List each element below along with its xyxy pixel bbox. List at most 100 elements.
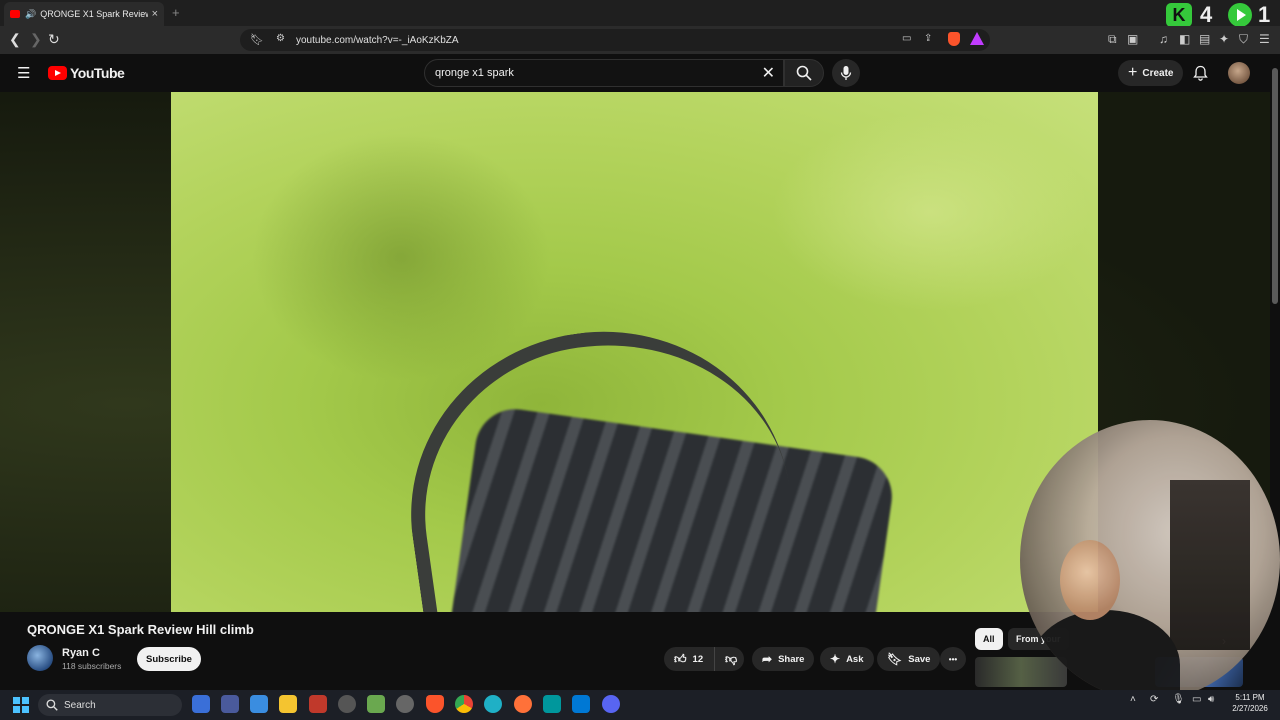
- create-button[interactable]: + Create: [1118, 60, 1184, 86]
- clock-time: 5:11 PM: [1235, 693, 1265, 702]
- search-button[interactable]: [784, 59, 824, 87]
- app-icon[interactable]: [338, 695, 356, 713]
- search-icon: [796, 65, 812, 81]
- tray-overflow-icon[interactable]: ˄: [1130, 694, 1136, 705]
- site-info-icon[interactable]: ⚙︎: [276, 33, 285, 44]
- scrollbar-thumb[interactable]: [1272, 68, 1278, 304]
- tray-mic-icon[interactable]: 🎙︎: [1172, 694, 1185, 705]
- create-label: Create: [1142, 67, 1174, 79]
- taskbar-clock[interactable]: 5:11 PM 2/27/2026: [1228, 692, 1272, 714]
- webcam-overlay: [1020, 420, 1280, 700]
- new-tab-button[interactable]: +: [172, 5, 180, 20]
- search-icon: [46, 699, 58, 711]
- video-player[interactable]: [171, 92, 1098, 612]
- clear-search-icon[interactable]: ✕: [762, 63, 775, 83]
- guide-menu-icon[interactable]: ☰: [17, 64, 30, 82]
- arduino-icon[interactable]: [543, 695, 561, 713]
- notifications-bell-icon[interactable]: [1193, 65, 1208, 81]
- thumbs-down-icon: 👎︎: [725, 651, 738, 666]
- ask-button[interactable]: ✦ Ask: [820, 647, 874, 671]
- video-frame-grass-light: [771, 112, 1091, 312]
- ask-label: Ask: [846, 653, 864, 665]
- forward-icon[interactable]: ❯: [30, 31, 42, 48]
- tab-groups-icon[interactable]: ▤: [1199, 32, 1210, 46]
- microphone-icon: [840, 66, 852, 80]
- chrome-icon[interactable]: [455, 695, 473, 713]
- wallet-icon[interactable]: ▣: [1127, 32, 1138, 46]
- file-explorer-icon[interactable]: [279, 695, 297, 713]
- brave-shields-icon[interactable]: [948, 32, 960, 46]
- vpn-shield-icon[interactable]: ⛉: [1239, 32, 1248, 47]
- tab-close-icon[interactable]: ×: [152, 8, 158, 20]
- audio-playing-icon[interactable]: 🔊: [25, 9, 36, 20]
- reload-icon[interactable]: ↻: [48, 31, 60, 48]
- taskbar-search-placeholder: Search: [64, 699, 96, 711]
- account-avatar[interactable]: [1228, 62, 1250, 84]
- extension-counter-1[interactable]: K 4: [1166, 2, 1212, 27]
- network-icon[interactable]: ▭: [1192, 694, 1201, 705]
- dislike-button[interactable]: 👎︎: [714, 647, 744, 671]
- menu-icon[interactable]: ☰: [1259, 32, 1270, 46]
- brave-rewards-icon[interactable]: [970, 32, 984, 45]
- app-icon[interactable]: [367, 695, 385, 713]
- windows-start-icon[interactable]: [13, 697, 29, 713]
- browser-toolbar: ❮ ❯ ↻ 🔖︎ ⚙︎ youtube.com/watch?v=-_iAoKzK…: [0, 26, 1280, 54]
- sidebar-icon[interactable]: ◧: [1179, 32, 1190, 46]
- channel-avatar[interactable]: [27, 645, 53, 671]
- youtube-favicon-icon: [10, 10, 20, 18]
- video-frame-grass-shade: [251, 132, 551, 382]
- browser-tab[interactable]: 🔊 QRONGE X1 Spark Review Hi ×: [4, 2, 164, 26]
- sparkle-icon: ✦: [830, 652, 841, 666]
- video-title: QRONGE X1 Spark Review Hill climb: [27, 622, 254, 637]
- share-page-icon[interactable]: ⇪: [924, 33, 932, 44]
- thumbs-up-icon: 👍︎: [674, 651, 687, 666]
- extensions-icon[interactable]: ⧉: [1108, 32, 1117, 47]
- share-button[interactable]: ➦ Share: [752, 647, 815, 671]
- plus-icon: +: [1128, 64, 1138, 81]
- share-label: Share: [778, 653, 805, 665]
- cast-icon[interactable]: ▭: [902, 33, 911, 44]
- address-bar[interactable]: 🔖︎ ⚙︎ youtube.com/watch?v=-_iAoKzKbZA ▭ …: [240, 29, 990, 51]
- volume-icon[interactable]: 🔊︎: [1208, 694, 1214, 705]
- bookmark-save-icon: 🔖︎: [887, 652, 903, 666]
- tray-app-icon[interactable]: ⟳: [1150, 694, 1158, 705]
- webcam-person-face: [1060, 540, 1120, 620]
- like-button[interactable]: 👍︎ 12: [664, 647, 714, 671]
- youtube-wordmark: YouTube: [70, 65, 125, 81]
- app-icon[interactable]: [250, 695, 268, 713]
- search-input[interactable]: qronge x1 spark ✕: [424, 59, 784, 87]
- channel-name[interactable]: Ryan C: [62, 647, 100, 659]
- save-label: Save: [908, 653, 931, 665]
- voice-search-button[interactable]: [832, 59, 860, 87]
- app-icon[interactable]: [396, 695, 414, 713]
- taskbar-search[interactable]: Search: [38, 694, 182, 716]
- kick-extension-icon: K: [1166, 3, 1192, 27]
- discord-icon[interactable]: [602, 695, 620, 713]
- like-count: 12: [692, 653, 704, 665]
- leo-ai-icon[interactable]: ✦: [1219, 32, 1229, 46]
- firefox-icon[interactable]: [514, 695, 532, 713]
- subscriber-count: 118 subscribers: [62, 661, 122, 671]
- vscode-icon[interactable]: [572, 695, 590, 713]
- subscribe-button[interactable]: Subscribe: [137, 647, 201, 671]
- youtube-logo[interactable]: YouTube: [48, 65, 125, 81]
- browser-tab-strip: 🔊 QRONGE X1 Spark Review Hi × + K 4 1: [0, 0, 1280, 27]
- url-text: youtube.com/watch?v=-_iAoKzKbZA: [296, 34, 459, 46]
- extension-counter-2[interactable]: 1: [1228, 2, 1270, 27]
- bookmark-icon[interactable]: 🔖︎: [250, 33, 264, 46]
- brave-browser-icon[interactable]: [426, 695, 444, 713]
- back-icon[interactable]: ❮: [9, 31, 21, 48]
- edge-icon[interactable]: [484, 695, 502, 713]
- media-icon[interactable]: ♫: [1159, 32, 1168, 46]
- chip-all[interactable]: All: [975, 628, 1003, 650]
- more-actions-button[interactable]: •••: [940, 647, 966, 671]
- task-view-icon[interactable]: [192, 695, 210, 713]
- clock-date: 2/27/2026: [1232, 704, 1268, 713]
- youtube-play-logo-icon: [48, 66, 67, 80]
- share-arrow-icon: ➦: [762, 652, 773, 666]
- play-extension-icon: [1228, 3, 1252, 27]
- save-button[interactable]: 🔖︎ Save: [877, 647, 941, 671]
- webcam-person-body: [1030, 610, 1180, 700]
- app-icon[interactable]: [309, 695, 327, 713]
- app-icon[interactable]: [221, 695, 239, 713]
